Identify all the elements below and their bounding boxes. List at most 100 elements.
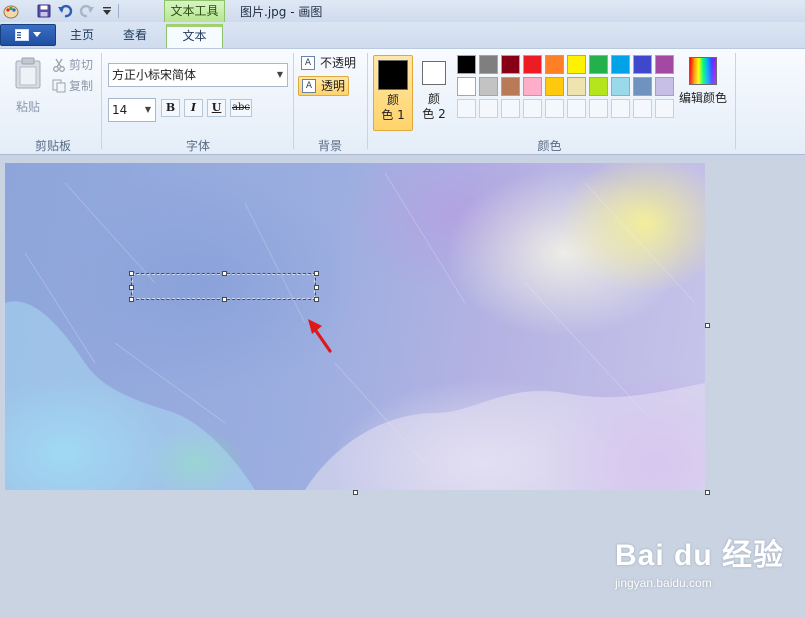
palette-swatch[interactable] — [611, 55, 630, 74]
palette-swatch[interactable] — [457, 55, 476, 74]
group-divider — [101, 53, 102, 149]
edit-colors-button[interactable]: 编辑颜色 — [676, 57, 730, 106]
palette-swatch[interactable] — [655, 55, 674, 74]
customize-toolbar-dropdown-icon[interactable] — [99, 3, 115, 19]
underline-button[interactable]: U — [207, 99, 226, 117]
text-box-handle[interactable] — [129, 271, 134, 276]
text-box-handle[interactable] — [222, 297, 227, 302]
canvas-texture — [5, 172, 705, 490]
paste-label: 粘贴 — [15, 100, 40, 114]
color-1-swatch — [378, 60, 408, 90]
palette-empty-slot[interactable] — [501, 99, 520, 118]
italic-button[interactable]: I — [184, 99, 203, 117]
color-spectrum-icon — [689, 57, 717, 85]
palette-swatch[interactable] — [479, 77, 498, 96]
ribbon-tab-row: 主页 查看 文本 — [0, 22, 805, 48]
font-family-value: 方正小标宋简体 — [112, 68, 197, 82]
image-canvas[interactable] — [5, 163, 705, 490]
background-group-label: 背景 — [317, 139, 342, 153]
tab-text[interactable]: 文本 — [166, 24, 223, 48]
group-divider — [735, 53, 736, 149]
strikethrough-button[interactable]: abc — [230, 99, 252, 117]
palette-swatch[interactable] — [567, 55, 586, 74]
palette-empty-slot[interactable] — [545, 99, 564, 118]
opaque-label: 不透明 — [320, 56, 357, 70]
palette-empty-slot[interactable] — [633, 99, 652, 118]
palette-swatch[interactable] — [545, 55, 564, 74]
palette-empty-slot[interactable] — [611, 99, 630, 118]
text-box-handle[interactable] — [314, 285, 319, 290]
bold-button[interactable]: B — [161, 99, 180, 117]
toolbar-divider — [118, 4, 119, 18]
palette-swatch[interactable] — [589, 77, 608, 96]
palette-empty-slot[interactable] — [567, 99, 586, 118]
title-bar: 文本工具 图片.jpg - 画图 — [0, 0, 805, 22]
file-menu-button[interactable] — [0, 24, 56, 46]
palette-empty-slot[interactable] — [655, 99, 674, 118]
save-icon[interactable] — [36, 3, 52, 19]
tab-home[interactable]: 主页 — [60, 24, 104, 48]
palette-swatch[interactable] — [479, 55, 498, 74]
color-1-button[interactable]: 颜 色 1 — [373, 55, 413, 131]
font-size-value: 14 — [112, 103, 128, 117]
text-box-handle[interactable] — [314, 271, 319, 276]
palette-swatch[interactable] — [589, 55, 608, 74]
file-menu-dropdown-icon — [33, 32, 41, 37]
baidu-watermark: Bai du 经验 jingyan.baidu.com — [615, 530, 784, 590]
palette-swatch[interactable] — [501, 77, 520, 96]
color-2-label-bottom: 色 2 — [422, 107, 446, 121]
text-box-handle[interactable] — [222, 271, 227, 276]
color-1-label-top: 颜 — [386, 93, 399, 107]
color-2-button[interactable]: 颜 色 2 — [414, 55, 454, 131]
palette-swatch[interactable] — [655, 77, 674, 96]
group-divider — [367, 53, 368, 149]
opaque-option[interactable]: A 不透明 — [298, 54, 360, 74]
palette-swatch[interactable] — [501, 55, 520, 74]
copy-icon — [52, 79, 66, 93]
paint-app-icon[interactable] — [3, 3, 19, 19]
edit-colors-label: 编辑颜色 — [678, 91, 727, 105]
font-family-select[interactable]: 方正小标宋简体 ▼ — [108, 63, 288, 87]
undo-icon[interactable] — [57, 3, 73, 19]
watermark-brand: Bai du 经验 — [615, 539, 785, 572]
redo-icon[interactable] — [79, 3, 95, 19]
text-box-handle[interactable] — [314, 297, 319, 302]
chevron-down-icon: ▼ — [144, 105, 151, 114]
text-box-handle[interactable] — [129, 285, 134, 290]
canvas-resize-handle-right[interactable] — [705, 323, 710, 328]
text-box-handle[interactable] — [129, 297, 134, 302]
tab-view[interactable]: 查看 — [113, 24, 157, 48]
transparent-option[interactable]: A 透明 — [298, 76, 349, 96]
font-size-select[interactable]: 14 ▼ — [108, 98, 156, 122]
watermark-site: jingyan.baidu.com — [615, 576, 712, 590]
palette-empty-slot[interactable] — [589, 99, 608, 118]
palette-swatch[interactable] — [633, 77, 652, 96]
palette-swatch[interactable] — [611, 77, 630, 96]
palette-swatch[interactable] — [523, 55, 542, 74]
palette-swatch[interactable] — [545, 77, 564, 96]
chevron-down-icon: ▼ — [276, 70, 283, 79]
canvas-resize-handle-corner[interactable] — [705, 490, 710, 495]
text-input-box[interactable] — [131, 273, 316, 300]
scissors-icon — [53, 58, 65, 72]
color-1-label-bottom: 色 1 — [381, 108, 405, 122]
palette-empty-slot[interactable] — [479, 99, 498, 118]
canvas-resize-handle-bottom[interactable] — [353, 490, 358, 495]
palette-empty-slot[interactable] — [457, 99, 476, 118]
copy-button[interactable]: 复制 — [52, 77, 93, 95]
paste-button[interactable]: 粘贴 — [12, 57, 44, 115]
clipboard-group-label: 剪贴板 — [34, 139, 71, 153]
palette-swatch[interactable] — [523, 77, 542, 96]
palette-swatch[interactable] — [457, 77, 476, 96]
color-2-swatch — [422, 61, 446, 85]
cut-label: 剪切 — [69, 58, 94, 72]
font-group-label: 字体 — [185, 139, 210, 153]
group-divider — [293, 53, 294, 149]
palette-swatch[interactable] — [567, 77, 586, 96]
window-title: 图片.jpg - 画图 — [240, 5, 323, 19]
palette-swatch[interactable] — [633, 55, 652, 74]
cut-button[interactable]: 剪切 — [52, 56, 93, 74]
color-2-label-top: 颜 — [427, 92, 440, 106]
transparent-label: 透明 — [321, 79, 346, 93]
palette-empty-slot[interactable] — [523, 99, 542, 118]
